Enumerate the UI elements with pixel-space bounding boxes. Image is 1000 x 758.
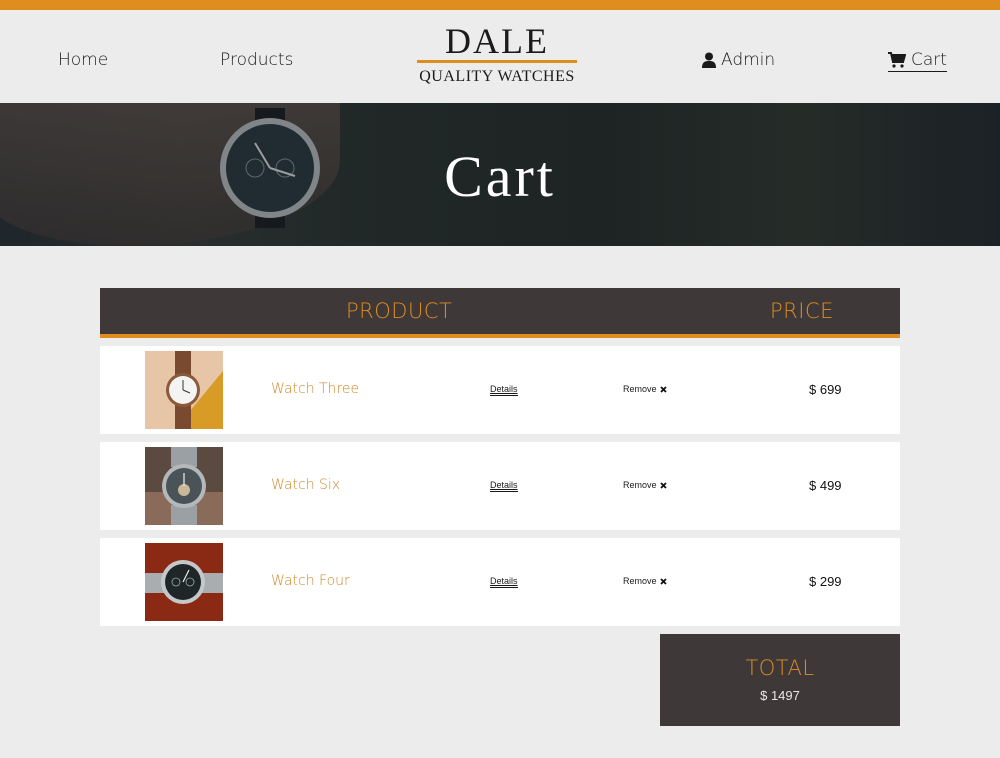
remove-button[interactable]: Remove bbox=[623, 384, 667, 394]
brand-logo[interactable]: DALE QUALITY WATCHES bbox=[417, 22, 577, 86]
details-link[interactable]: Details bbox=[490, 576, 518, 588]
remove-label: Remove bbox=[623, 384, 657, 394]
nav-home-link[interactable]: Home bbox=[58, 50, 108, 70]
product-price: $ 699 bbox=[809, 382, 842, 397]
top-accent-bar bbox=[0, 0, 1000, 10]
remove-label: Remove bbox=[623, 576, 657, 586]
product-thumbnail[interactable] bbox=[145, 351, 223, 429]
cart-row: Watch Three Details Remove $ 699 bbox=[100, 346, 900, 434]
brand-tagline: QUALITY WATCHES bbox=[419, 68, 575, 85]
remove-button[interactable]: Remove bbox=[623, 576, 667, 586]
nav-admin-link[interactable]: Admin bbox=[702, 50, 775, 70]
close-icon bbox=[659, 385, 667, 393]
nav-cart-link[interactable]: Cart bbox=[888, 50, 947, 72]
product-title[interactable]: Watch Three bbox=[271, 381, 359, 397]
nav-cart-label: Cart bbox=[911, 50, 947, 70]
product-thumbnail[interactable] bbox=[145, 447, 223, 525]
total-panel: TOTAL $ 1497 bbox=[660, 634, 900, 726]
page-title: Cart bbox=[444, 144, 556, 209]
product-thumbnail[interactable] bbox=[145, 543, 223, 621]
product-price: $ 299 bbox=[809, 574, 842, 589]
details-link[interactable]: Details bbox=[490, 384, 518, 396]
hero-banner: Cart bbox=[0, 103, 1000, 246]
remove-label: Remove bbox=[623, 480, 657, 490]
cart-table: PRODUCT PRICE Watch Three Details Remove… bbox=[100, 288, 900, 626]
cart-row: Watch Six Details Remove $ 499 bbox=[100, 442, 900, 530]
total-amount: $ 1497 bbox=[760, 688, 800, 703]
cart-row: Watch Four Details Remove $ 299 bbox=[100, 538, 900, 626]
close-icon bbox=[659, 577, 667, 585]
brand-name: DALE bbox=[445, 21, 549, 61]
cart-table-header: PRODUCT PRICE bbox=[100, 288, 900, 338]
close-icon bbox=[659, 481, 667, 489]
user-icon bbox=[702, 52, 716, 68]
product-title[interactable]: Watch Four bbox=[271, 573, 350, 589]
details-link[interactable]: Details bbox=[490, 480, 518, 492]
header-price: PRICE bbox=[770, 299, 834, 323]
shopping-cart-icon bbox=[888, 52, 906, 68]
remove-button[interactable]: Remove bbox=[623, 480, 667, 490]
product-price: $ 499 bbox=[809, 478, 842, 493]
nav-admin-label: Admin bbox=[721, 50, 776, 70]
header-product: PRODUCT bbox=[346, 299, 453, 323]
nav-products-link[interactable]: Products bbox=[220, 50, 293, 70]
total-label: TOTAL bbox=[745, 656, 815, 680]
product-title[interactable]: Watch Six bbox=[271, 477, 340, 493]
navbar: Home Products DALE QUALITY WATCHES Admin… bbox=[0, 10, 1000, 103]
